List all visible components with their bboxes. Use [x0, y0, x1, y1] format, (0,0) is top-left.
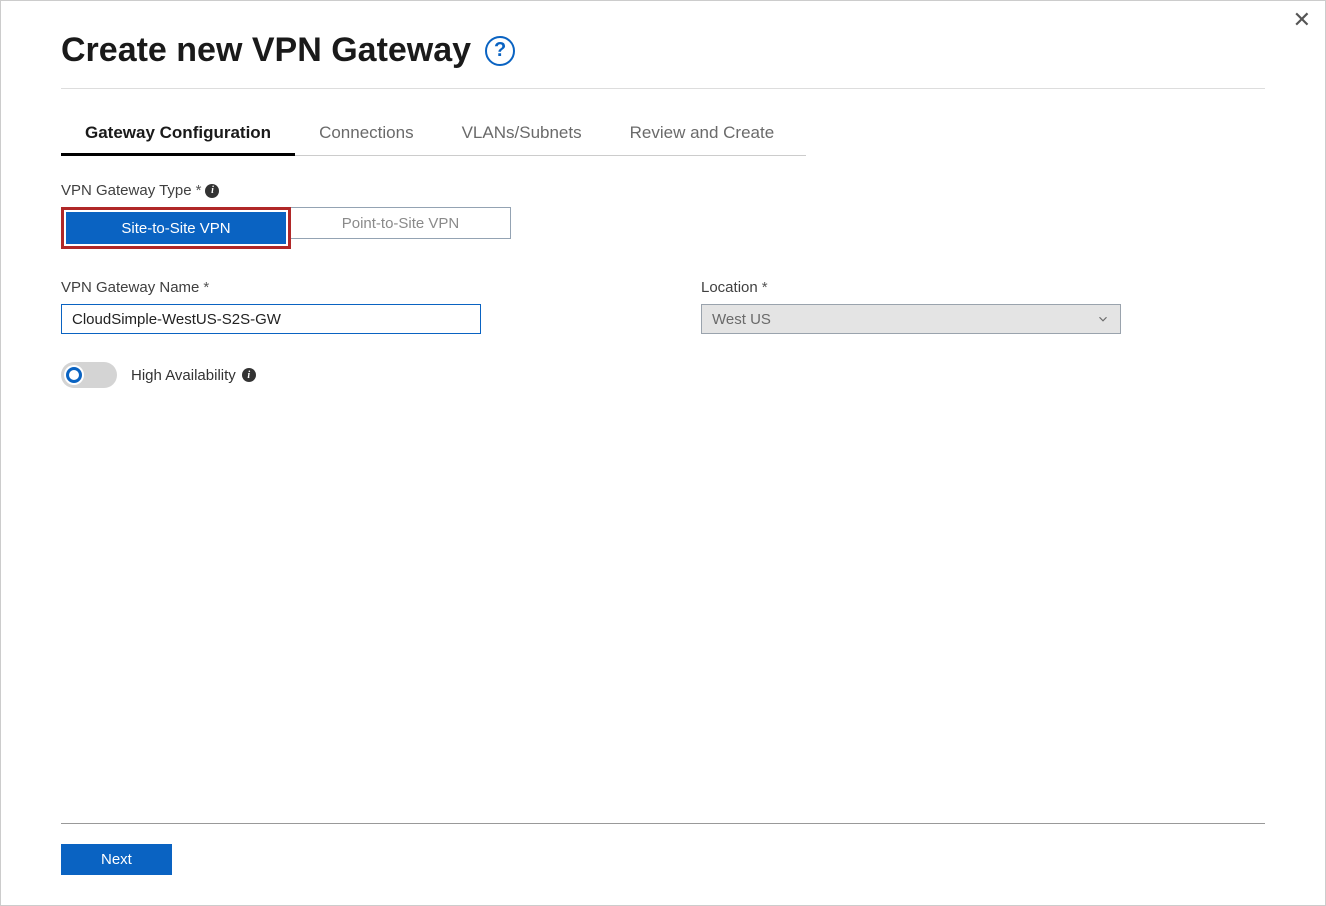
create-vpn-gateway-dialog: ✕ Create new VPN Gateway ? Gateway Confi…	[0, 0, 1326, 906]
next-button[interactable]: Next	[61, 844, 172, 875]
footer-divider	[61, 823, 1265, 824]
label-text: Location	[701, 279, 758, 296]
tab-vlans-subnets[interactable]: VLANs/Subnets	[438, 123, 606, 155]
required-asterisk: *	[762, 279, 768, 296]
vpn-gateway-name-input[interactable]	[61, 304, 481, 334]
wizard-tabs: Gateway Configuration Connections VLANs/…	[61, 123, 806, 156]
help-icon[interactable]: ?	[485, 36, 515, 66]
label-text: VPN Gateway Type	[61, 182, 192, 199]
vpn-type-point-to-site-button[interactable]: Point-to-Site VPN	[291, 207, 511, 239]
location-value: West US	[712, 311, 771, 328]
location-label: Location *	[701, 279, 1121, 296]
tab-connections[interactable]: Connections	[295, 123, 438, 155]
label-text: VPN Gateway Name	[61, 279, 199, 296]
high-availability-toggle[interactable]	[61, 362, 117, 388]
vpn-type-site-to-site-button[interactable]: Site-to-Site VPN	[66, 212, 286, 244]
required-asterisk: *	[196, 182, 202, 199]
tab-review-create[interactable]: Review and Create	[606, 123, 799, 155]
vpn-gateway-type-label: VPN Gateway Type * i	[61, 182, 1265, 199]
highlight-box: Site-to-Site VPN	[61, 207, 291, 249]
divider	[61, 88, 1265, 89]
close-icon[interactable]: ✕	[1293, 9, 1311, 31]
info-icon[interactable]: i	[242, 368, 256, 382]
chevron-down-icon	[1096, 312, 1110, 326]
page-title: Create new VPN Gateway	[61, 31, 471, 70]
required-asterisk: *	[203, 279, 209, 296]
toggle-knob	[64, 365, 84, 385]
info-icon[interactable]: i	[205, 184, 219, 198]
tab-gateway-configuration[interactable]: Gateway Configuration	[61, 123, 295, 155]
high-availability-label: High Availability	[131, 367, 236, 384]
vpn-gateway-name-label: VPN Gateway Name *	[61, 279, 481, 296]
location-select[interactable]: West US	[701, 304, 1121, 334]
